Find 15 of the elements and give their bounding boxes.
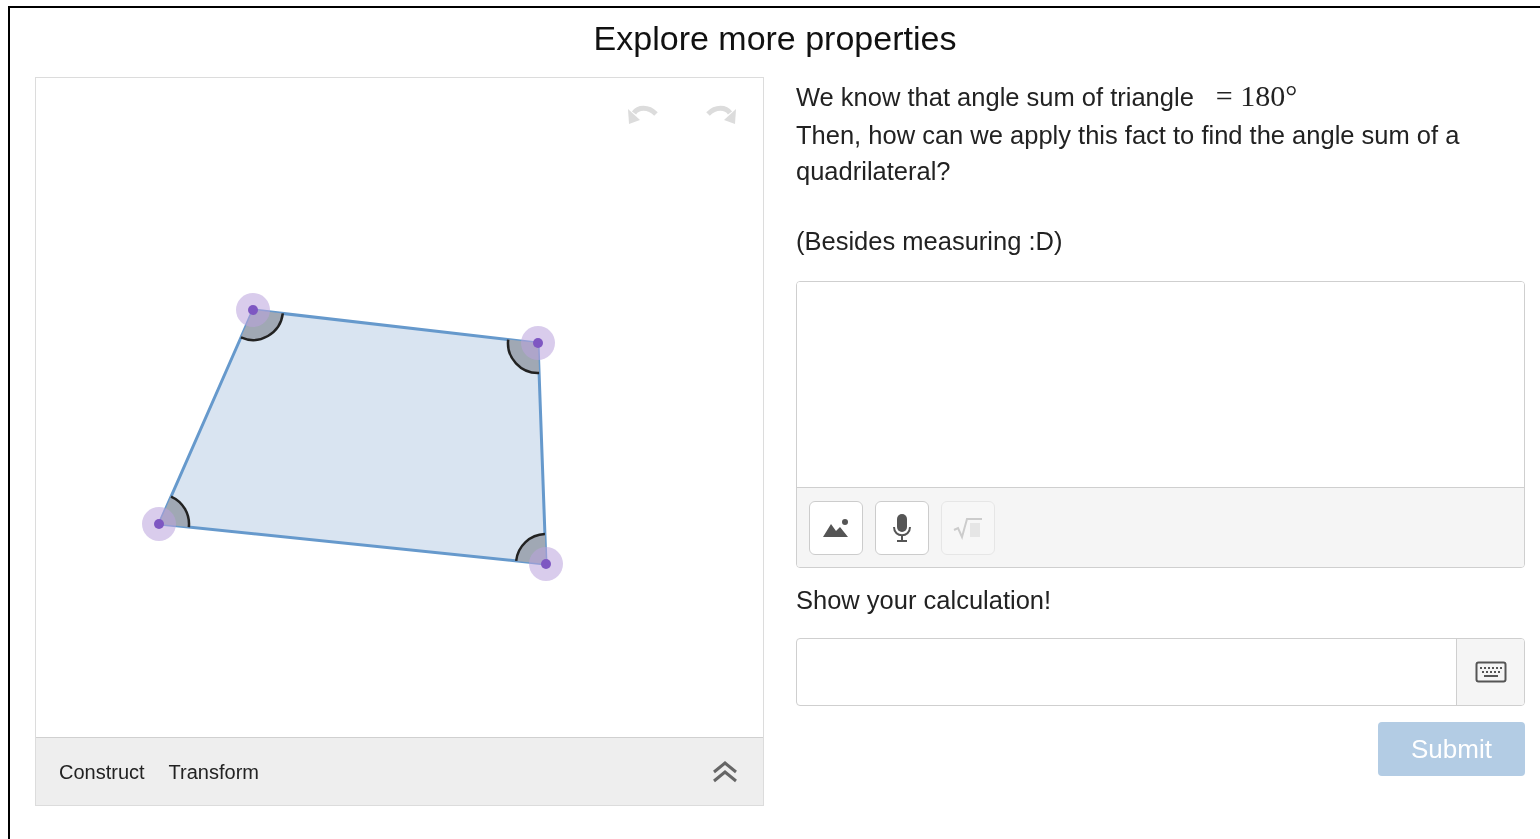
math-expression: = 180° (1215, 78, 1298, 114)
image-button[interactable] (809, 500, 863, 555)
square-root-icon (952, 515, 984, 540)
microphone-button[interactable] (875, 500, 929, 555)
note-text: (Besides measuring :D) (796, 226, 1064, 257)
toolbar-tab[interactable]: Transform (168, 756, 259, 787)
page-title: Explore more properties (592, 18, 958, 58)
question-text: Then, how can we apply this fact to find the angle sum of a quadrilateral? (796, 120, 1461, 187)
toolbar-tab[interactable]: Construct (59, 756, 145, 787)
double-chevron-up-icon[interactable] (711, 759, 739, 784)
calculation-label: Show your calculation! (796, 585, 1053, 616)
image-icon (822, 517, 850, 538)
quadrilateral-drawing[interactable] (142, 293, 563, 581)
microphone-icon (892, 512, 912, 543)
question-text: We know that angle sum of triangle (796, 82, 1194, 113)
